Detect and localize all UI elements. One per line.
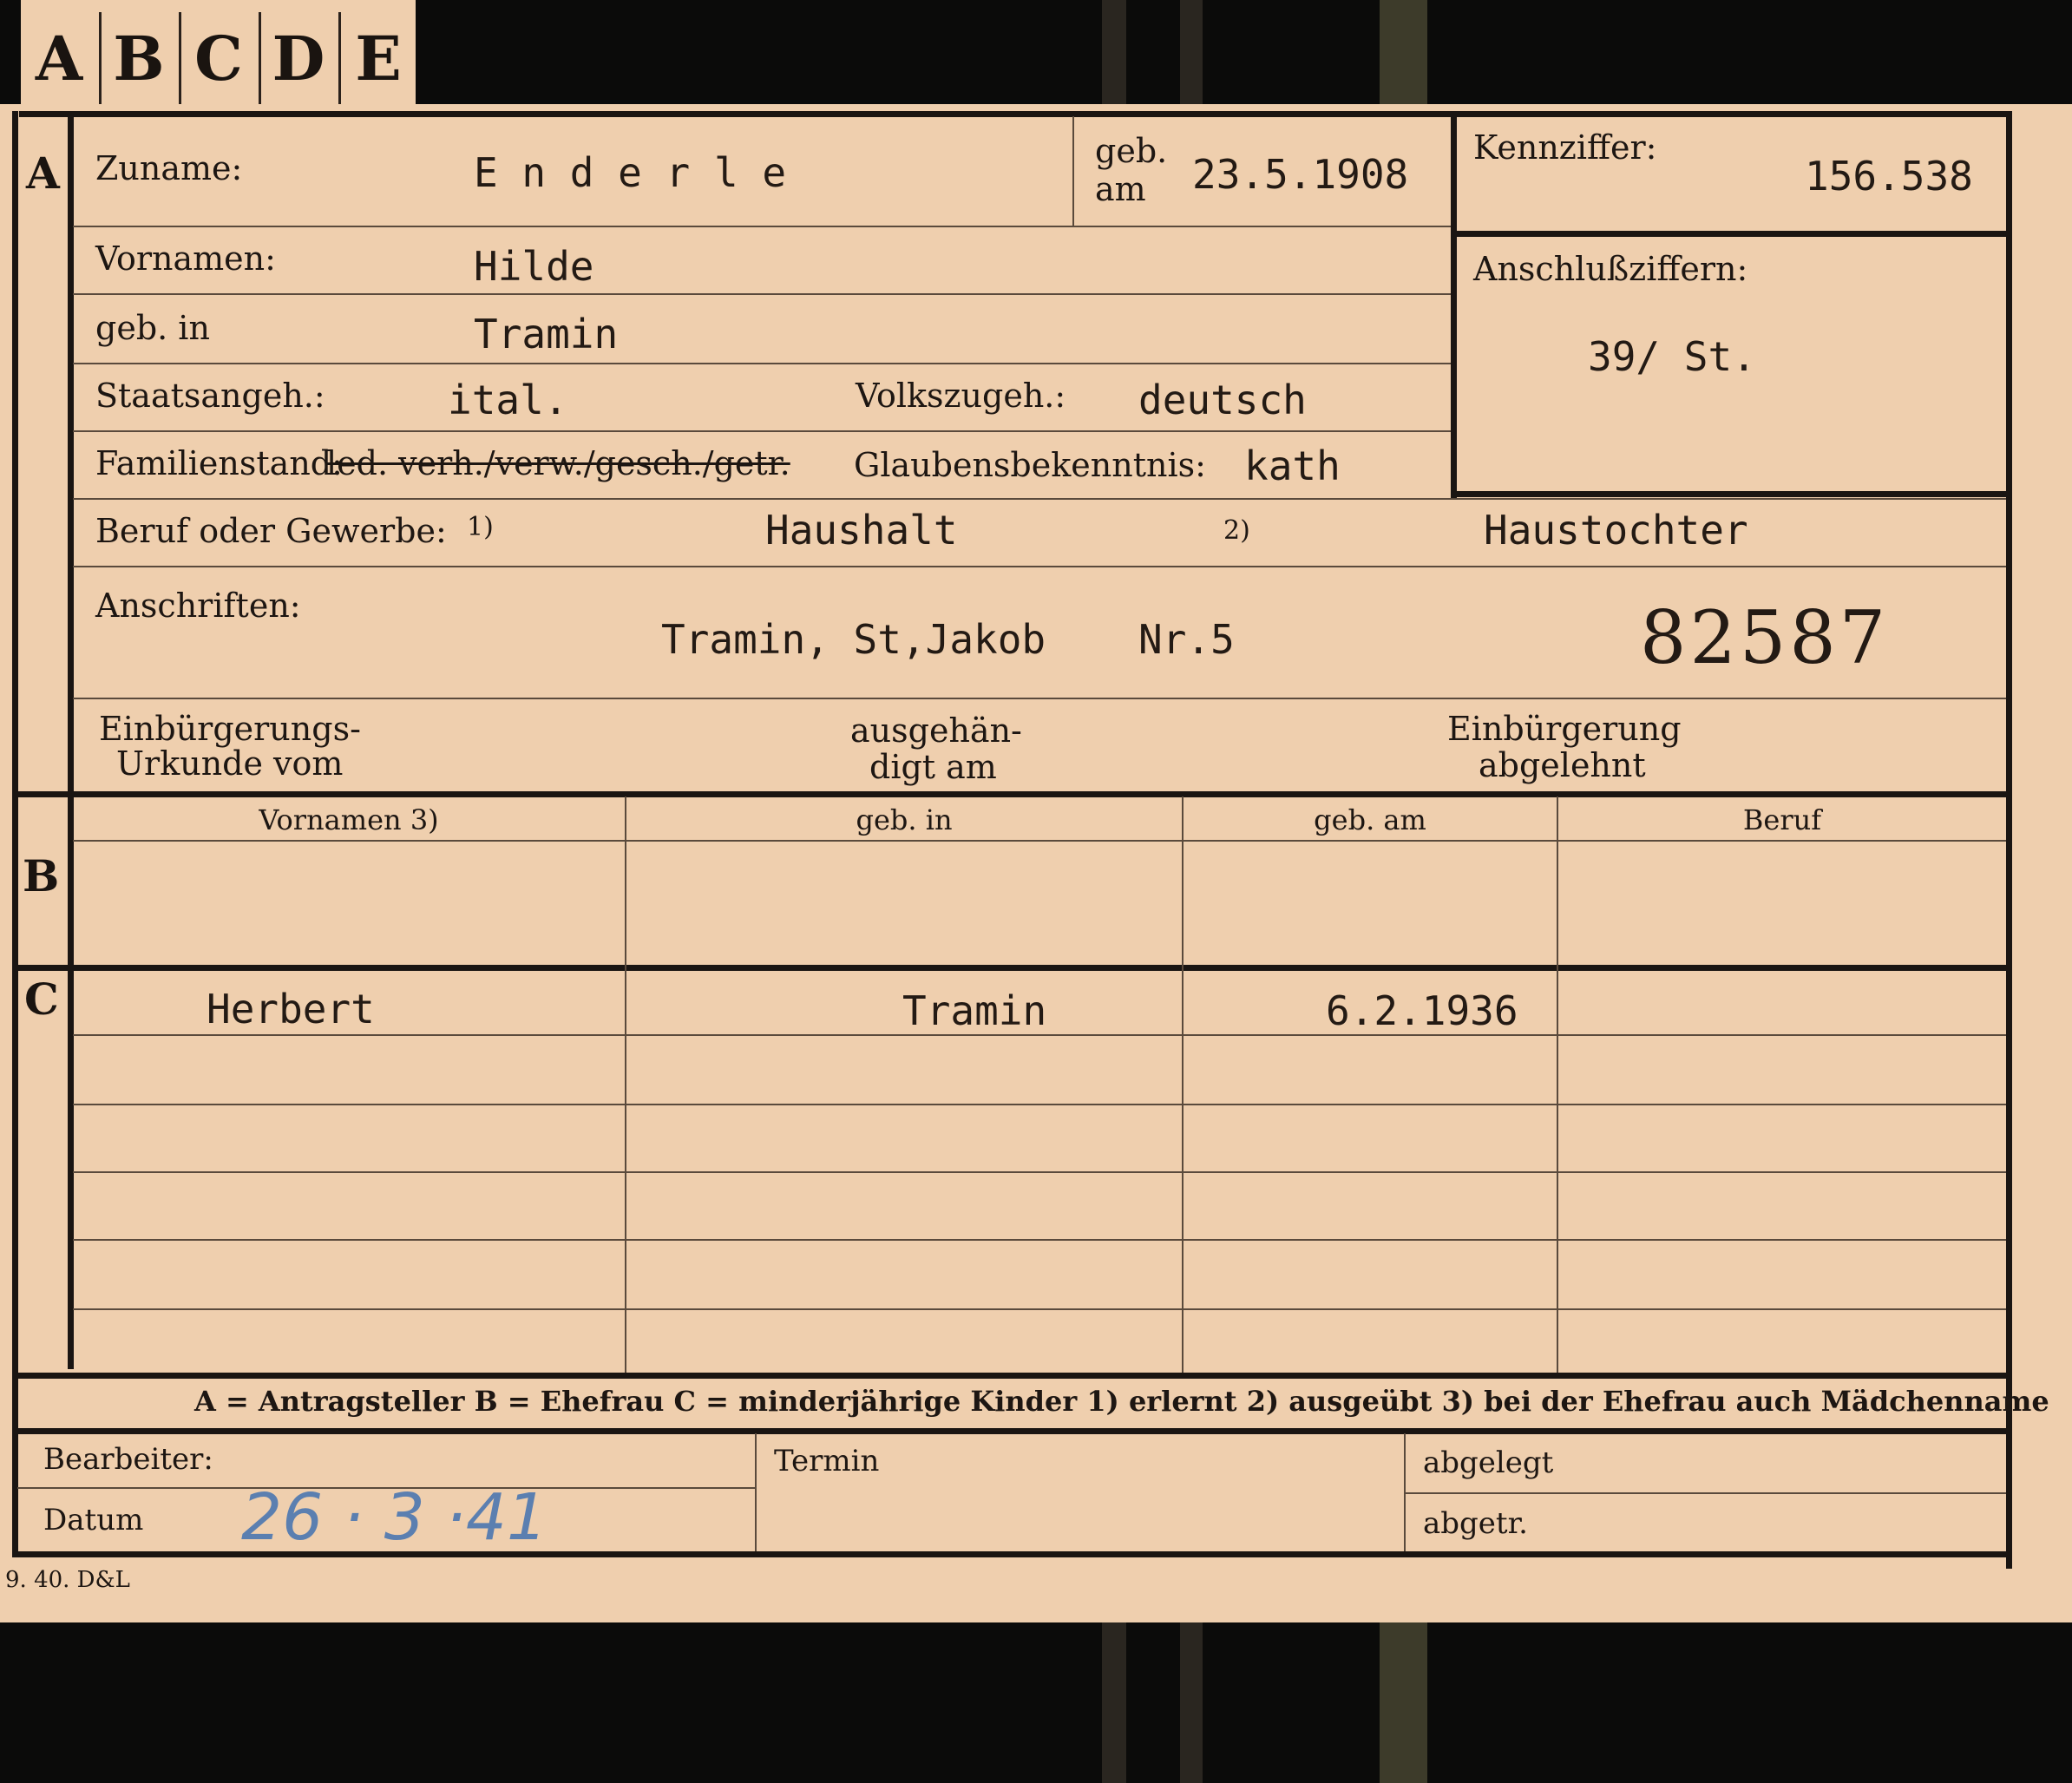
legend: A = Antragsteller B = Ehefrau C = minder…	[194, 1385, 2049, 1418]
grid-line	[73, 226, 1451, 227]
grid-line	[73, 566, 2006, 567]
deadline-label: Termin	[774, 1444, 880, 1478]
frame-section-divider	[68, 111, 74, 1369]
birthdate-value: 23.5.1908	[1192, 151, 1409, 198]
table-row-line	[73, 1308, 2006, 1310]
frame-right	[2006, 111, 2012, 1569]
section-separator	[12, 1428, 2012, 1434]
id-value: 156.538	[1805, 153, 1973, 200]
marital-options: led. verh./verw./gesch./getr.	[326, 444, 790, 482]
id-box-bottom	[1451, 491, 2010, 497]
grid-line	[1072, 116, 1074, 227]
birthplace-label: geb. in	[95, 309, 210, 347]
occupation-note-2: 2)	[1223, 515, 1250, 546]
table-column-line	[1557, 796, 1558, 1373]
section-separator	[12, 1373, 2012, 1379]
section-c-marker: C	[24, 973, 59, 1025]
filed-label: abgelegt	[1423, 1445, 1554, 1480]
surname-label: Zuname:	[95, 149, 243, 187]
id-box-left	[1451, 111, 1457, 500]
child-birthplace: Tramin	[902, 987, 1047, 1034]
citizenship-value: ital.	[448, 377, 568, 423]
birthdate-label-top: geb.	[1095, 132, 1168, 170]
occupation-note-1: 1)	[467, 512, 494, 542]
child-birthdate: 6.2.1936	[1326, 987, 1518, 1034]
grid-line	[73, 363, 1451, 364]
religion-value: kath	[1244, 442, 1341, 489]
date-handwritten: 26 · 3 ·41	[241, 1480, 548, 1555]
stamp-number: 82587	[1640, 595, 1890, 680]
table-column-line	[1182, 796, 1184, 1373]
birthdate-label-bottom: am	[1095, 170, 1146, 208]
id-box-mid	[1451, 231, 2010, 237]
handed-out-label-1: ausgehän-	[850, 711, 1022, 750]
print-code: 9. 40. D&L	[5, 1567, 130, 1593]
ethnicity-value: deutsch	[1138, 377, 1307, 423]
firstname-value: Hilde	[474, 243, 594, 290]
column-header-birthplace: geb. in	[856, 803, 953, 836]
birthplace-value: Tramin	[474, 311, 619, 357]
address-value: Tramin, St,Jakob	[661, 616, 1046, 663]
address-number: Nr.5	[1138, 616, 1235, 663]
section-separator	[12, 965, 2012, 971]
section-a-marker: A	[26, 147, 60, 199]
table-column-line	[625, 796, 626, 1373]
section-b-marker: B	[23, 850, 60, 901]
table-row-line	[73, 1104, 2006, 1105]
table-header-line	[73, 840, 2006, 842]
section-separator	[12, 791, 2012, 797]
column-header-occupation: Beruf	[1742, 803, 1822, 836]
link-value: 39/ St.	[1588, 333, 1756, 380]
grid-line	[73, 698, 2006, 699]
id-label: Kennziffer:	[1473, 128, 1657, 167]
surname-value: E n d e r l e	[474, 149, 787, 196]
table-row-line	[73, 1239, 2006, 1241]
occupation-value-1: Haushalt	[765, 507, 958, 554]
grid-line	[73, 498, 2006, 500]
grid-line	[73, 293, 1451, 295]
ethnicity-label: Volkszugeh.:	[856, 377, 1066, 415]
column-header-birthdate: geb. am	[1314, 803, 1426, 836]
handed-out-label-2: digt am	[869, 748, 997, 786]
column-header-firstnames: Vornamen 3)	[259, 803, 439, 836]
citizenship-label: Staatsangeh.:	[95, 377, 325, 415]
naturalization-certificate-label-1: Einbürgerungs-	[99, 710, 361, 748]
link-label: Anschlußziffern:	[1473, 250, 1748, 288]
grid-line	[73, 430, 1451, 432]
table-row-line	[73, 1034, 2006, 1036]
date-label: Datum	[43, 1503, 144, 1537]
frame-top	[19, 111, 2010, 117]
footer-row-line	[1404, 1492, 2006, 1494]
religion-label: Glaubensbekenntnis:	[854, 446, 1206, 484]
marital-label: Familienstand:	[95, 444, 343, 482]
child-firstname: Herbert	[207, 986, 375, 1032]
editor-label: Bearbeiter:	[43, 1442, 213, 1477]
tab-e[interactable]: E	[340, 12, 416, 106]
footer-column-line	[755, 1433, 757, 1551]
occupation-label: Beruf oder Gewerbe:	[95, 512, 447, 550]
naturalization-refused-label-1: Einbürgerung	[1447, 710, 1682, 748]
removed-label: abgetr.	[1423, 1506, 1528, 1541]
tab-d[interactable]: D	[260, 12, 337, 106]
occupation-value-2: Haustochter	[1484, 507, 1748, 554]
tab-a[interactable]: A	[21, 12, 97, 106]
table-row-line	[73, 1171, 2006, 1173]
tab-strip: A B C D E	[21, 0, 416, 106]
frame-left	[12, 111, 18, 1551]
naturalization-refused-label-2: abgelehnt	[1479, 746, 1646, 784]
firstname-label: Vornamen:	[95, 239, 276, 278]
tab-c[interactable]: C	[180, 12, 257, 106]
tab-b[interactable]: B	[101, 12, 177, 106]
naturalization-certificate-label-2: Urkunde vom	[116, 744, 344, 783]
address-label: Anschriften:	[95, 587, 301, 625]
